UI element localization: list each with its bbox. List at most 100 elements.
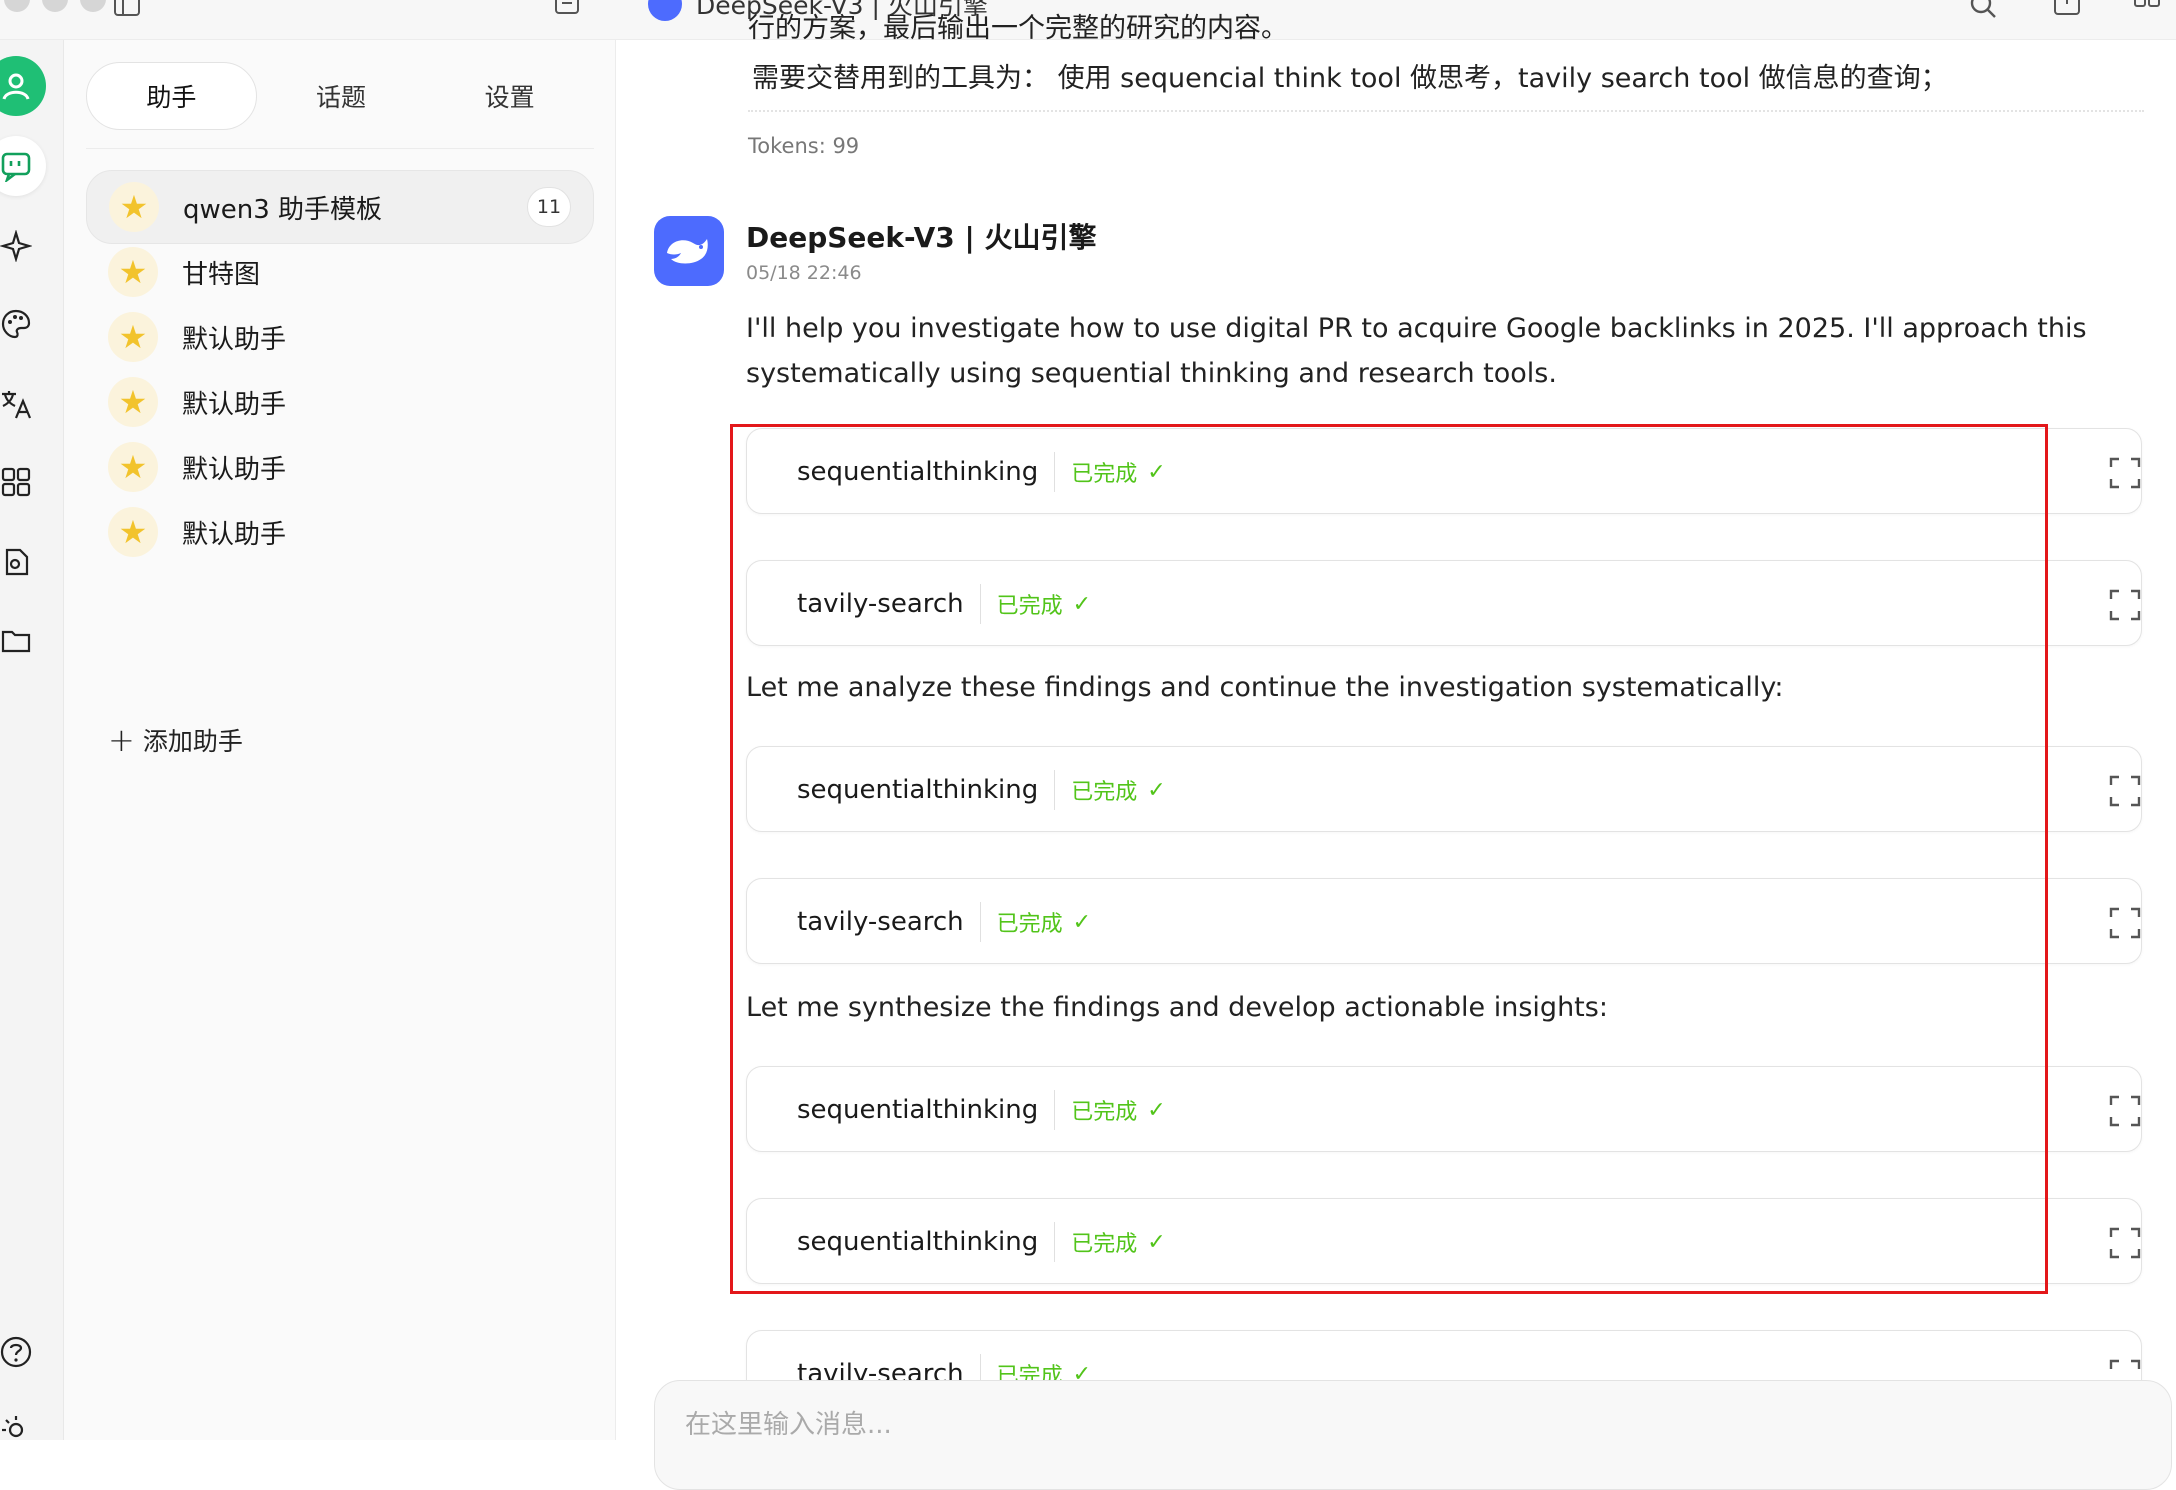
folder-icon [1, 630, 31, 653]
chat-area: 行的方案，最后输出一个完整的研究的内容。 需要交替用到的工具为： 使用 sequ… [616, 13, 2176, 1490]
assistant-item[interactable]: ★ 默认助手 [86, 430, 594, 504]
assistant-name: 甘特图 [182, 259, 261, 290]
assistant-item[interactable]: ★ 默认助手 [86, 365, 594, 439]
message-divider [748, 110, 2144, 112]
star-icon: ★ [108, 312, 158, 362]
rail-help-button[interactable] [0, 1322, 46, 1382]
theme-icon [2, 1416, 24, 1438]
assistant-item[interactable]: ★ qwen3 助手模板 11 [86, 170, 594, 244]
expand-icon[interactable] [2107, 1093, 2143, 1129]
rail-chat-button[interactable] [0, 136, 46, 196]
tool-status: 已完成 ✓ [1071, 1094, 1165, 1126]
panel-tabs: 助手 话题 设置 [86, 62, 594, 130]
tool-separator [1054, 452, 1056, 492]
check-icon: ✓ [1147, 1229, 1166, 1255]
previous-message-line: 行的方案，最后输出一个完整的研究的内容。 [748, 13, 1288, 44]
user-avatar[interactable] [0, 56, 46, 116]
deepseek-whale-icon [667, 239, 708, 264]
add-assistant-label: 添加助手 [142, 727, 243, 756]
tool-call-card[interactable]: sequentialthinking 已完成 ✓ [746, 1066, 2142, 1152]
assistant-message-text: Let me analyze these findings and contin… [746, 672, 1784, 703]
assistant-name: 默认助手 [182, 324, 287, 355]
tab-topics[interactable]: 话题 [257, 62, 426, 130]
rail-agents-button[interactable] [0, 216, 46, 276]
rail-files-button[interactable] [0, 532, 46, 592]
topic-count-badge: 11 [527, 187, 571, 227]
assistant-message-text: Let me synthesize the findings and devel… [746, 992, 1608, 1023]
tool-call-card[interactable]: sequentialthinking 已完成 ✓ [746, 428, 2142, 514]
star-icon: ★ [108, 377, 158, 427]
expand-icon[interactable] [2107, 773, 2143, 809]
expand-icon[interactable] [2107, 1225, 2143, 1261]
assistants-panel: 助手 话题 设置 ★ qwen3 助手模板 11 ★ 甘特图 ★ 默认助手 ★ … [64, 40, 616, 1440]
check-icon: ✓ [1072, 591, 1092, 617]
check-icon: ✓ [1072, 909, 1092, 935]
window-maximize-button[interactable] [80, 0, 106, 12]
tool-call-card[interactable]: sequentialthinking 已完成 ✓ [746, 746, 2142, 832]
tool-separator [979, 584, 981, 624]
panel-divider [86, 148, 594, 149]
layout-icon[interactable] [2132, 0, 2162, 20]
annotation-highlight-box [730, 424, 2048, 1294]
assistant-item[interactable]: ★ 甘特图 [86, 235, 594, 309]
tool-name: sequentialthinking [797, 1227, 1039, 1257]
tool-separator [1054, 770, 1056, 810]
tool-call-card[interactable]: tavily-search 已完成 ✓ [746, 878, 2142, 964]
rail-apps-button[interactable] [0, 452, 46, 512]
search-icon[interactable] [1968, 0, 1998, 20]
assistant-name: 默认助手 [182, 389, 287, 420]
help-icon [0, 1336, 32, 1368]
tool-name: sequentialthinking [797, 775, 1039, 805]
message-input[interactable] [685, 1405, 2085, 1445]
model-avatar [654, 216, 724, 286]
rail-paint-button[interactable] [0, 294, 46, 354]
tool-status-label: 已完成 [1071, 780, 1138, 805]
icon-rail [0, 40, 64, 1440]
add-assistant-button[interactable]: + 添加助手 [108, 722, 243, 758]
rail-translate-button[interactable] [0, 374, 46, 434]
assistant-name: qwen3 助手模板 [183, 194, 383, 225]
tool-name: sequentialthinking [797, 457, 1039, 487]
tab-settings[interactable]: 设置 [425, 62, 594, 130]
rail-folder-button[interactable] [0, 610, 46, 670]
star-icon: ★ [108, 442, 158, 492]
new-topic-icon[interactable] [552, 0, 582, 20]
tool-call-card[interactable]: tavily-search 已完成 ✓ [746, 560, 2142, 646]
deepseek-logo-icon [648, 0, 682, 21]
previous-message-line: 需要交替用到的工具为： 使用 sequencial think tool 做思考… [752, 63, 1948, 94]
model-name: DeepSeek-V3 | 火山引擎 [746, 221, 1097, 254]
star-icon: ★ [108, 507, 158, 557]
tool-status: 已完成 ✓ [1071, 456, 1165, 488]
tool-separator [979, 902, 981, 942]
tool-status: 已完成 ✓ [1071, 774, 1165, 806]
tool-status-label: 已完成 [1071, 462, 1138, 487]
export-icon[interactable] [2052, 0, 2082, 20]
assistant-name: 默认助手 [182, 454, 287, 485]
tool-status: 已完成 ✓ [997, 588, 1091, 620]
tool-name: sequentialthinking [797, 1095, 1039, 1125]
tool-status-label: 已完成 [1071, 1100, 1138, 1125]
expand-icon[interactable] [2107, 905, 2143, 941]
message-input-box [654, 1380, 2172, 1490]
tool-name: tavily-search [797, 907, 964, 937]
sidebar-toggle-icon[interactable] [112, 0, 142, 20]
files-icon [5, 548, 29, 576]
tool-call-card[interactable]: sequentialthinking 已完成 ✓ [746, 1198, 2142, 1284]
expand-icon[interactable] [2107, 455, 2143, 491]
assistant-name: 默认助手 [182, 519, 287, 550]
window-minimize-button[interactable] [42, 0, 68, 12]
assistant-message-text: I'll help you investigate how to use dig… [746, 313, 2087, 389]
token-count: Tokens: 99 [748, 134, 860, 158]
palette-icon [1, 309, 31, 339]
rail-theme-button[interactable] [0, 1400, 46, 1460]
star-icon: ★ [108, 247, 158, 297]
check-icon: ✓ [1147, 1097, 1166, 1123]
expand-icon[interactable] [2107, 587, 2143, 623]
assistant-item[interactable]: ★ 默认助手 [86, 495, 594, 569]
window-close-button[interactable] [4, 0, 30, 12]
tab-assistants[interactable]: 助手 [86, 62, 257, 130]
tool-separator [1054, 1090, 1056, 1130]
plus-icon: + [108, 721, 135, 759]
assistant-item[interactable]: ★ 默认助手 [86, 300, 594, 374]
apps-icon [1, 467, 31, 497]
